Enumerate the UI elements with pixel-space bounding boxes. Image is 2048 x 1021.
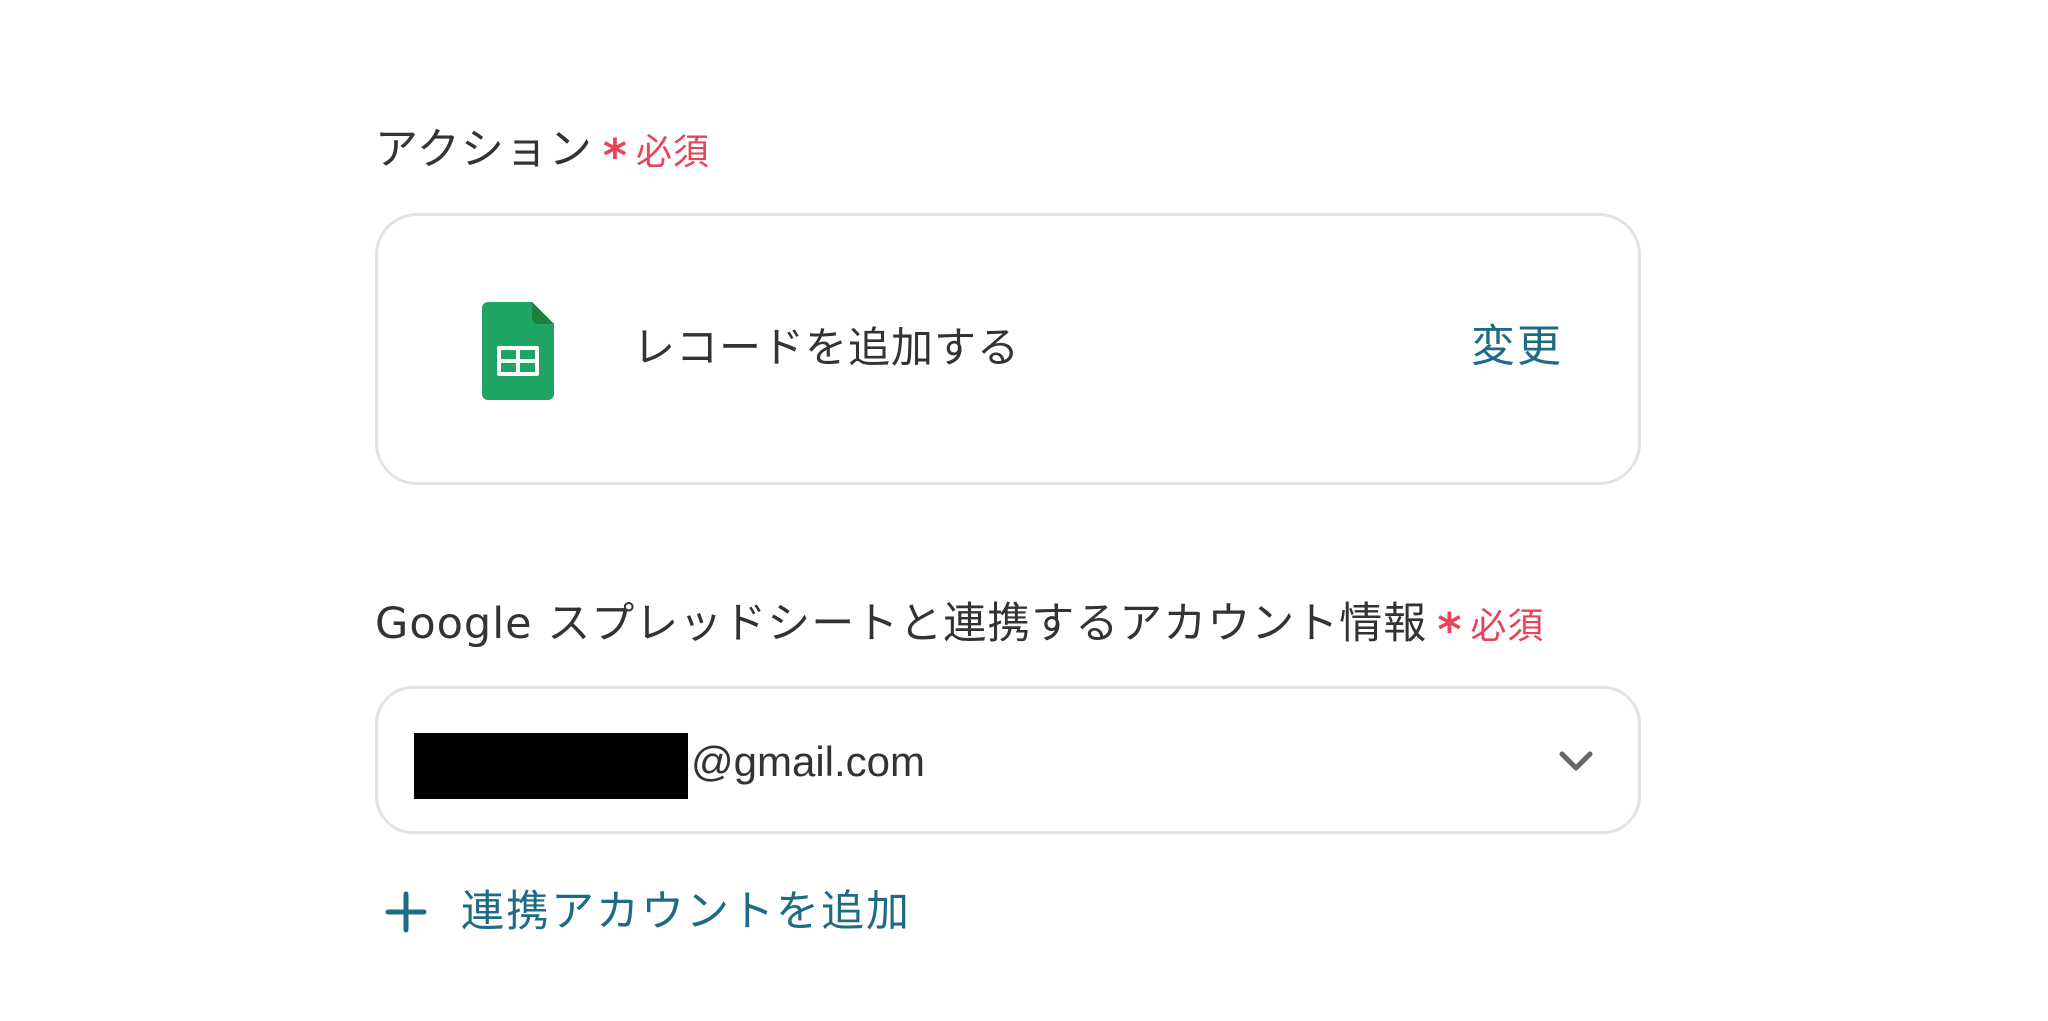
action-field: アクション * 必須 レコードを追加する 変更 [375, 118, 1645, 485]
required-text: 必須 [1470, 606, 1545, 647]
action-label-text: アクション [375, 125, 593, 175]
redacted-email-block [414, 733, 688, 799]
required-star: * [602, 129, 628, 183]
required-indicator: * 必須 [603, 118, 710, 183]
action-name: レコードを追加する [633, 323, 1021, 372]
account-label-text: Google スプレッドシートと連携するアカウント情報 [375, 599, 1428, 649]
page: アクション * 必須 レコードを追加する 変更 Google スプレッドシートと… [0, 0, 2048, 1021]
required-indicator: * 必須 [1437, 592, 1544, 657]
account-select[interactable]: @gmail.com [375, 686, 1641, 834]
account-email-domain: @gmail.com [691, 738, 926, 785]
chevron-down-icon[interactable] [1554, 742, 1598, 782]
add-account-link[interactable]: 連携アカウントを追加 [375, 882, 911, 942]
change-button[interactable]: 変更 [1471, 320, 1563, 374]
google-sheets-icon [482, 302, 554, 400]
add-account-label: 連携アカウントを追加 [461, 887, 911, 937]
plus-icon [381, 887, 431, 937]
required-text: 必須 [635, 132, 710, 173]
action-card: レコードを追加する 変更 [375, 213, 1641, 485]
required-star: * [1437, 603, 1463, 657]
action-field-label: アクション * 必須 [375, 118, 1645, 183]
account-field-label: Google スプレッドシートと連携するアカウント情報 * 必須 [375, 592, 1645, 657]
account-field: Google スプレッドシートと連携するアカウント情報 * 必須 @gmail.… [375, 592, 1645, 937]
